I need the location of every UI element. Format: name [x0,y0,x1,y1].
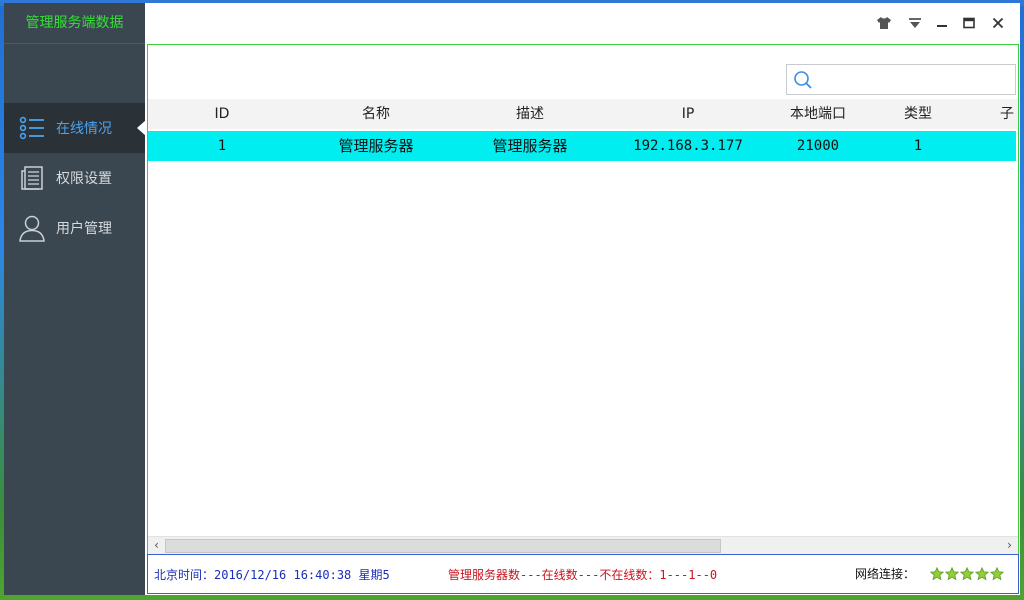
content-panel: ID 名称 描述 IP 本地端口 类型 子 1 管理服务器 管理服务器 192.… [147,44,1019,555]
star-icon [930,567,944,581]
sidebar: 管理服务端数据 在线情况 权限设置 用户管理 [4,3,146,595]
cell-name: 管理服务器 [338,137,414,155]
cell-ip: 192.168.3.177 [633,138,743,154]
app-window: 管理服务端数据 在线情况 权限设置 用户管理 ID 名称 描述 IP 本地端口 … [4,3,1020,595]
star-icon [975,567,989,581]
app-title: 管理服务端数据 [4,3,145,44]
skin-icon[interactable] [873,13,895,33]
cell-local-port: 21000 [796,138,840,154]
search-input[interactable] [819,68,1011,91]
close-icon[interactable] [987,13,1009,33]
window-titlebar [145,3,1020,43]
table-header: ID 名称 描述 IP 本地端口 类型 子 [148,99,1018,129]
status-bar: 北京时间：2016/12/16 16:40:38 星期5 管理服务器数---在线… [147,554,1019,594]
user-icon [18,214,46,242]
sidebar-item-permissions[interactable]: 权限设置 [4,153,145,203]
maximize-icon[interactable] [958,13,980,33]
scroll-right-icon[interactable]: › [1001,537,1018,554]
column-header-sub[interactable]: 子 [1000,99,1018,129]
sidebar-item-user-management[interactable]: 用户管理 [4,203,145,253]
cell-type: 1 [913,138,923,154]
column-header-description[interactable]: 描述 [490,99,570,129]
sidebar-item-online-status[interactable]: 在线情况 [4,103,146,153]
search-box[interactable] [786,64,1016,95]
beijing-time: 北京时间：2016/12/16 16:40:38 星期5 [154,568,390,582]
sidebar-item-label: 在线情况 [56,121,112,137]
column-header-type[interactable]: 类型 [888,99,948,129]
column-header-ip[interactable]: IP [648,99,728,129]
column-header-local-port[interactable]: 本地端口 [778,99,858,129]
horizontal-scrollbar[interactable]: ‹ › [148,536,1018,554]
table-row[interactable]: 1 管理服务器 管理服务器 192.168.3.177 21000 1 [148,131,1016,161]
list-icon [18,114,46,142]
column-header-id[interactable]: ID [192,99,252,129]
cell-description: 管理服务器 [492,137,568,155]
server-count-summary: 管理服务器数---在线数---不在线数：1---1--0 [448,568,718,582]
menu-dropdown-icon[interactable] [904,13,926,33]
scrollbar-thumb[interactable] [165,539,721,553]
scroll-left-icon[interactable]: ‹ [148,537,165,554]
search-icon[interactable] [793,70,813,90]
sidebar-item-label: 用户管理 [56,221,112,237]
column-header-name[interactable]: 名称 [336,99,416,129]
cell-id: 1 [217,138,227,154]
sidebar-nav: 在线情况 权限设置 用户管理 [4,103,146,253]
network-connection-label: 网络连接： [855,567,916,581]
active-indicator [137,120,146,136]
star-icon [990,567,1004,581]
star-icon [960,567,974,581]
minimize-icon[interactable] [931,13,953,33]
data-grid: ID 名称 描述 IP 本地端口 类型 子 1 管理服务器 管理服务器 192.… [148,99,1018,536]
star-icon [945,567,959,581]
sidebar-item-label: 权限设置 [56,171,112,187]
network-strength-stars [930,567,1004,581]
document-icon [18,164,46,192]
